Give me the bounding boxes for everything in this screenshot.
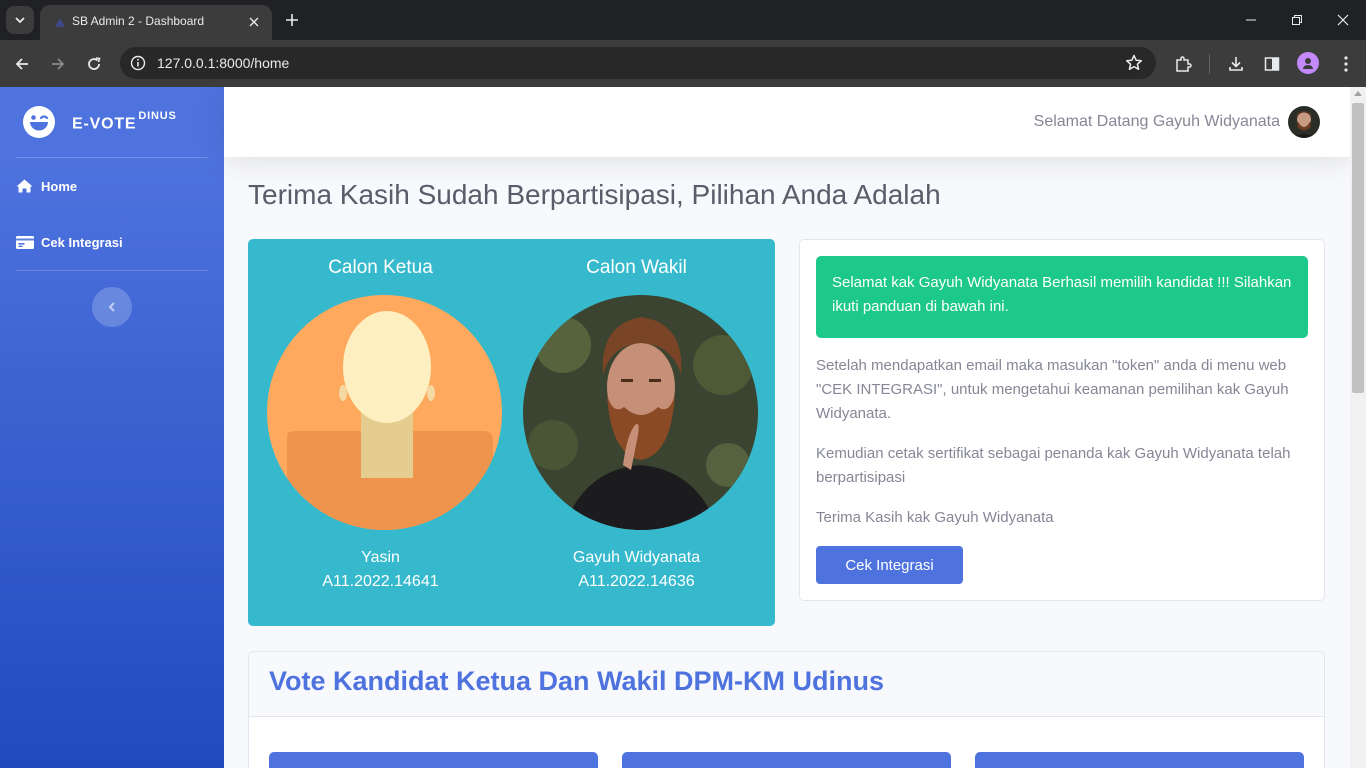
info-paragraph: Setelah mendapatkan email maka masukan "…: [816, 357, 1289, 422]
success-alert: Selamat kak Gayuh Widyanata Berhasil mem…: [816, 256, 1308, 338]
toolbar-divider: [1209, 54, 1210, 74]
candidate-name: Yasin: [361, 549, 400, 566]
browser-toolbar: 127.0.0.1:8000/home: [0, 40, 1366, 87]
vote-section-title: Vote Kandidat Ketua Dan Wakil DPM-KM Udi…: [269, 666, 885, 696]
page-viewport: E-VOTE DINUS Home Cek Integrasi Selamat D…: [0, 87, 1366, 768]
browser-menu-button[interactable]: [1333, 51, 1359, 77]
minimize-icon: [1246, 19, 1256, 21]
vote-candidate-card[interactable]: [269, 752, 598, 768]
user-greeting[interactable]: Selamat Datang Gayuh Widyanata: [1034, 113, 1280, 131]
puzzle-icon: [1176, 56, 1192, 72]
candidate-name: Gayuh Widyanata: [572, 549, 701, 566]
page-title: Terima Kasih Sudah Berpartisipasi, Pilih…: [248, 179, 941, 210]
side-panel-icon: [1264, 57, 1280, 71]
brand-name: E-VOTE DINUS: [72, 110, 177, 133]
close-window-button[interactable]: [1320, 6, 1366, 34]
reload-icon: [88, 57, 101, 70]
back-button[interactable]: [8, 50, 36, 78]
id-card-icon: [16, 235, 34, 249]
cek-integrasi-button[interactable]: Cek Integrasi: [816, 546, 963, 584]
candidate-ketua: Calon Ketua Yasin A11.2022.14641: [251, 239, 510, 626]
browser-tab[interactable]: SB Admin 2 - Dashboard: [40, 5, 272, 40]
close-icon: [1337, 14, 1349, 26]
brand-main: E-VOTE: [72, 115, 137, 133]
home-icon: [16, 179, 34, 193]
candidate-nim: A11.2022.14641: [322, 573, 439, 590]
sidebar-divider: [16, 270, 208, 271]
address-bar[interactable]: 127.0.0.1:8000/home: [120, 47, 1156, 79]
sidebar-item-cek-integrasi[interactable]: Cek Integrasi: [0, 214, 224, 270]
profile-icon: [1303, 58, 1313, 69]
candidate-wakil: Calon Wakil Gayuh Widyanata A11.2022.146…: [507, 239, 766, 626]
candidate-card: Calon Ketua Yasin A11.2022.14641 Calon W…: [248, 239, 775, 626]
sidebar-item-home[interactable]: Home: [0, 158, 224, 214]
info-paragraph: Kemudian cetak sertifikat sebagai penand…: [816, 445, 1291, 486]
url-text[interactable]: 127.0.0.1:8000/home: [157, 55, 289, 71]
chevron-down-icon: [15, 17, 25, 24]
restore-icon: [1292, 15, 1302, 25]
new-tab-button[interactable]: [280, 8, 304, 32]
downloads-button[interactable]: [1223, 51, 1249, 77]
favicon-icon: [55, 18, 65, 27]
vote-section-header: Vote Kandidat Ketua Dan Wakil DPM-KM Udi…: [249, 652, 1324, 717]
site-info-icon[interactable]: [128, 53, 148, 73]
sidebar-item-label: Cek Integrasi: [41, 234, 123, 250]
candidate-role: Calon Wakil: [586, 257, 687, 278]
restore-button[interactable]: [1274, 6, 1320, 34]
chevron-left-icon: [108, 302, 115, 312]
info-paragraph: Terima Kasih kak Gayuh Widyanata: [816, 509, 1054, 526]
side-panel-button[interactable]: [1259, 51, 1285, 77]
tab-title: SB Admin 2 - Dashboard: [72, 14, 205, 28]
scroll-up-arrow-icon[interactable]: [1354, 91, 1362, 96]
tab-search-button[interactable]: [6, 6, 34, 34]
profile-avatar[interactable]: [1297, 52, 1319, 74]
arrow-left-icon: [15, 58, 28, 70]
download-icon: [1229, 57, 1243, 71]
avatar[interactable]: [1288, 106, 1320, 138]
info-card: Selamat kak Gayuh Widyanata Berhasil mem…: [799, 239, 1325, 601]
candidate-nim: A11.2022.14636: [578, 573, 695, 590]
laugh-wink-icon: [23, 106, 55, 138]
arrow-right-icon: [52, 58, 65, 70]
vote-section-card: Vote Kandidat Ketua Dan Wakil DPM-KM Udi…: [248, 651, 1325, 768]
candidate-photo: [523, 295, 758, 530]
close-icon: [249, 17, 259, 27]
candidate-photo: [267, 295, 502, 530]
tab-close-button[interactable]: [244, 12, 264, 32]
candidate-role: Calon Ketua: [328, 257, 433, 278]
bookmark-star-icon[interactable]: [1124, 53, 1144, 73]
vote-candidate-card[interactable]: [975, 752, 1304, 768]
sidebar: E-VOTE DINUS Home Cek Integrasi: [0, 87, 224, 768]
extensions-button[interactable]: [1170, 51, 1196, 77]
browser-tabstrip: SB Admin 2 - Dashboard: [0, 0, 1366, 40]
scrollbar-thumb[interactable]: [1352, 103, 1364, 393]
sidebar-brand[interactable]: E-VOTE DINUS: [0, 87, 224, 157]
vote-candidate-card[interactable]: [622, 752, 951, 768]
sidebar-toggle-button[interactable]: [92, 287, 132, 327]
plus-icon: [286, 14, 298, 26]
page-scrollbar[interactable]: [1350, 87, 1366, 768]
reload-button[interactable]: [80, 50, 108, 78]
minimize-button[interactable]: [1228, 6, 1274, 34]
kebab-menu-icon: [1344, 56, 1348, 72]
brand-sup: DINUS: [138, 110, 177, 122]
forward-button[interactable]: [44, 50, 72, 78]
topbar: Selamat Datang Gayuh Widyanata: [224, 87, 1350, 157]
main-content: Terima Kasih Sudah Berpartisipasi, Pilih…: [224, 157, 1350, 768]
sidebar-item-label: Home: [41, 178, 78, 194]
